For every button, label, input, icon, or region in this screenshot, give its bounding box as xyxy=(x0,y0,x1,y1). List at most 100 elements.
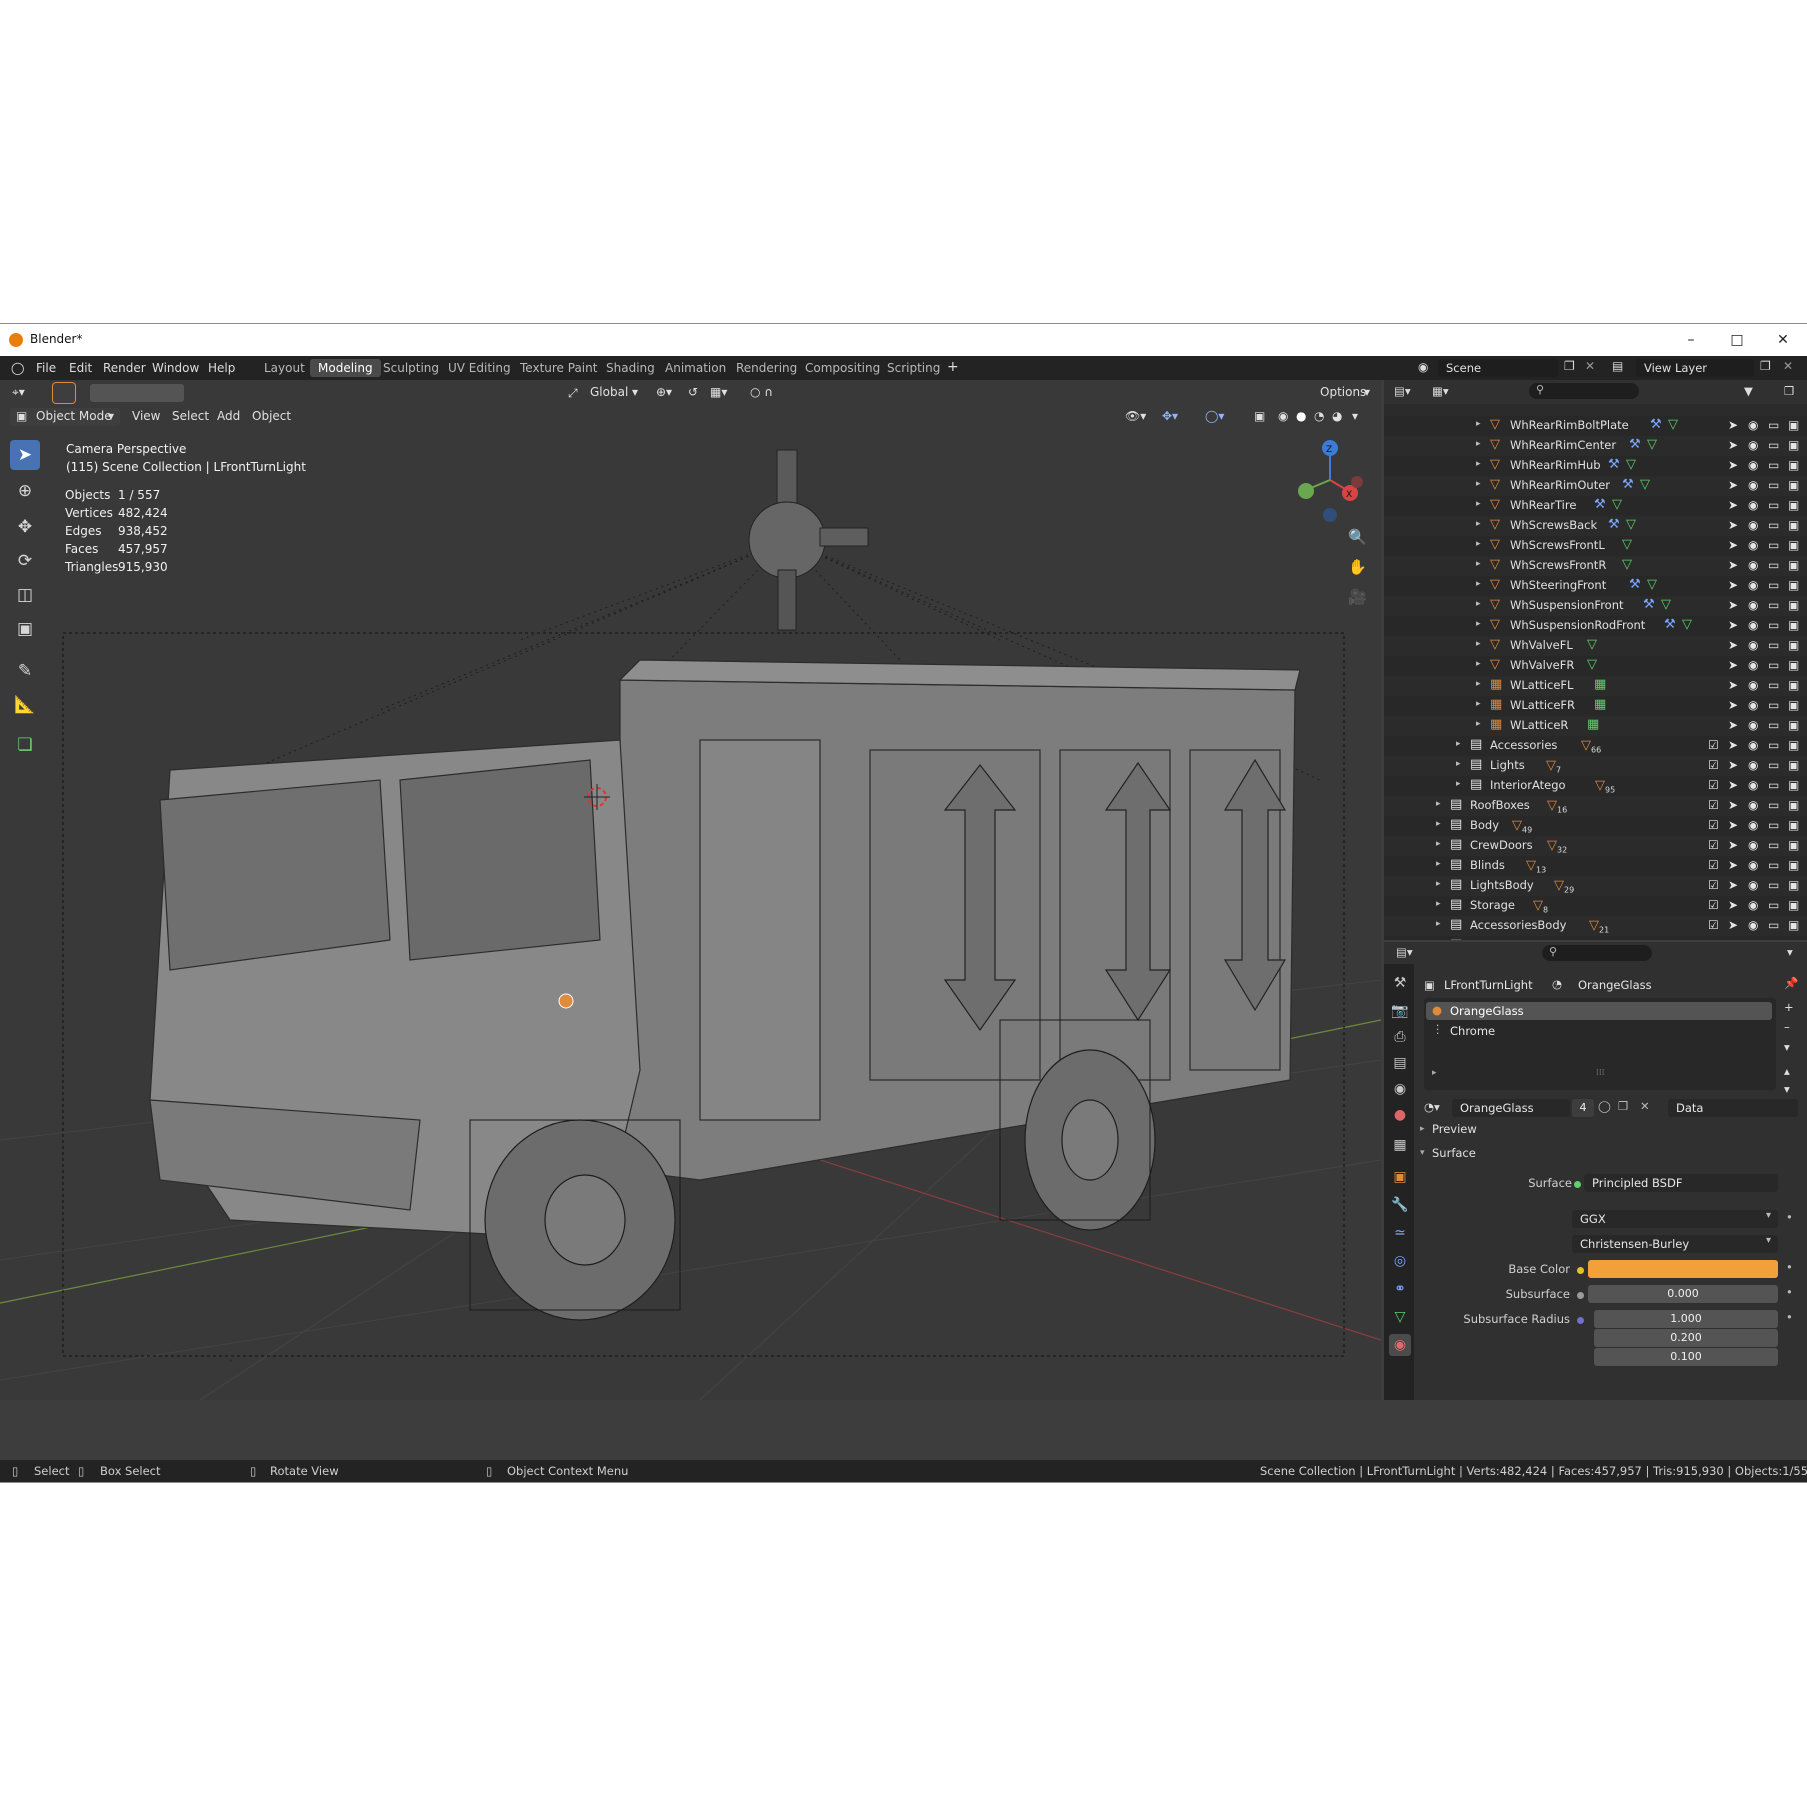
exclude-checkbox[interactable]: ☑ xyxy=(1708,878,1719,892)
eye-icon[interactable]: ◉ xyxy=(1748,758,1758,772)
scale-tool-icon[interactable]: ◫ xyxy=(10,580,40,610)
render-camera-icon[interactable]: ▣ xyxy=(1788,538,1799,552)
outliner-row[interactable]: ▸ ▤ Body ▽49 ☑ ➤ ◉ ▭ ▣ xyxy=(1384,816,1807,836)
outliner-row[interactable]: ▸ ▽ WhScrewsFrontR ▽ ➤ ◉ ▭ ▣ xyxy=(1384,556,1807,576)
object-tab-icon[interactable]: ▣ xyxy=(1389,1166,1411,1188)
select-arrow-icon[interactable]: ➤ xyxy=(1728,778,1738,792)
expand-arrow-icon[interactable]: ▸ xyxy=(1476,419,1481,429)
select-arrow-icon[interactable]: ➤ xyxy=(1728,578,1738,592)
material-browse-icon[interactable]: ◔▾ xyxy=(1424,1100,1440,1114)
material-tab-icon[interactable]: ◉ xyxy=(1389,1334,1411,1356)
move-tool-icon[interactable]: ✥ xyxy=(10,512,40,542)
particles-tab-icon[interactable]: ≃ xyxy=(1389,1222,1411,1244)
eye-icon[interactable]: ◉ xyxy=(1748,558,1758,572)
render-camera-icon[interactable]: ▣ xyxy=(1788,858,1799,872)
menu-render[interactable]: Render xyxy=(103,361,146,375)
outliner-row[interactable]: ▸ ▤ Blinds ▽13 ☑ ➤ ◉ ▭ ▣ xyxy=(1384,856,1807,876)
modifier-icon[interactable]: ⚒ xyxy=(1594,497,1606,512)
select-arrow-icon[interactable]: ➤ xyxy=(1728,638,1738,652)
properties-editor-icon[interactable]: ▤▾ xyxy=(1396,945,1413,959)
select-arrow-icon[interactable]: ➤ xyxy=(1728,898,1738,912)
render-camera-icon[interactable]: ▣ xyxy=(1788,918,1799,932)
modifier-icon[interactable]: ⚒ xyxy=(1608,457,1620,472)
outliner-row[interactable]: ▸ ▤ Accessories ▽66 ☑ ➤ ◉ ▭ ▣ xyxy=(1384,736,1807,756)
expand-arrow-icon[interactable]: ▸ xyxy=(1476,579,1481,589)
select-tool-icon[interactable] xyxy=(52,382,76,404)
outliner-row[interactable]: ▸ ▽ WhValveFL ▽ ➤ ◉ ▭ ▣ xyxy=(1384,636,1807,656)
expand-arrow-icon[interactable]: ▸ xyxy=(1456,739,1461,749)
expand-arrow-icon[interactable]: ▸ xyxy=(1436,919,1441,929)
expand-arrow-icon[interactable]: ▸ xyxy=(1476,559,1481,569)
menu-object[interactable]: Object xyxy=(252,409,291,423)
object-data-icon[interactable]: ▽ xyxy=(1587,637,1597,652)
surface-panel-header[interactable]: Surface xyxy=(1432,1146,1476,1160)
unlink-material-icon[interactable]: ✕ xyxy=(1640,1099,1650,1113)
subsurface-keyframe-icon[interactable]: • xyxy=(1786,1285,1793,1299)
subsurface-radius-y[interactable]: 0.200 xyxy=(1594,1329,1778,1347)
select-arrow-icon[interactable]: ➤ xyxy=(1728,518,1738,532)
select-arrow-icon[interactable]: ➤ xyxy=(1728,938,1738,940)
render-camera-icon[interactable]: ▣ xyxy=(1788,638,1799,652)
material-slot-0[interactable]: OrangeGlass xyxy=(1450,1004,1524,1018)
pin-icon[interactable]: 📌 xyxy=(1784,976,1798,990)
render-camera-icon[interactable]: ▣ xyxy=(1788,618,1799,632)
eye-icon[interactable]: ◉ xyxy=(1748,838,1758,852)
select-arrow-icon[interactable]: ➤ xyxy=(1728,838,1738,852)
expand-arrow-icon[interactable]: ▸ xyxy=(1476,619,1481,629)
viewport-disable-icon[interactable]: ▭ xyxy=(1768,758,1779,772)
scene-field[interactable]: Scene xyxy=(1438,359,1558,377)
viewport-disable-icon[interactable]: ▭ xyxy=(1768,518,1779,532)
modifier-icon[interactable]: ⚒ xyxy=(1650,417,1662,432)
render-camera-icon[interactable]: ▣ xyxy=(1788,558,1799,572)
render-camera-icon[interactable]: ▣ xyxy=(1788,418,1799,432)
render-camera-icon[interactable]: ▣ xyxy=(1788,938,1799,940)
close-button[interactable]: ✕ xyxy=(1760,327,1806,353)
eye-icon[interactable]: ◉ xyxy=(1748,938,1758,940)
exclude-checkbox[interactable]: ☑ xyxy=(1708,938,1719,940)
viewport-disable-icon[interactable]: ▭ xyxy=(1768,858,1779,872)
select-arrow-icon[interactable]: ➤ xyxy=(1728,718,1738,732)
eye-icon[interactable]: ◉ xyxy=(1748,458,1758,472)
wireframe-shading-icon[interactable]: ◉ xyxy=(1278,409,1288,423)
select-arrow-icon[interactable]: ➤ xyxy=(1728,438,1738,452)
expand-arrow-icon[interactable]: ▸ xyxy=(1436,899,1441,909)
collection-tab-icon[interactable]: ▦ xyxy=(1389,1134,1411,1156)
render-camera-icon[interactable]: ▣ xyxy=(1788,598,1799,612)
object-data-icon[interactable]: ▽ xyxy=(1668,417,1678,432)
viewport-disable-icon[interactable]: ▭ xyxy=(1768,598,1779,612)
object-data-icon[interactable]: ▽ xyxy=(1640,477,1650,492)
modifier-icon[interactable]: ⚒ xyxy=(1608,517,1620,532)
material-slot-1[interactable]: Chrome xyxy=(1450,1024,1495,1038)
expand-arrow-icon[interactable]: ▸ xyxy=(1456,759,1461,769)
select-arrow-icon[interactable]: ➤ xyxy=(1728,858,1738,872)
3d-viewport[interactable]: Z X ⌖▾ ⤢ Global ▾ ⊕▾ ↺ ▦▾ ○ ∩ Options ▾ … xyxy=(0,380,1381,1400)
object-data-icon[interactable]: ▽ xyxy=(1682,617,1692,632)
modifier-icon[interactable]: ⚒ xyxy=(1629,577,1641,592)
tab-sculpting[interactable]: Sculpting xyxy=(375,359,447,377)
view-layer-field[interactable]: View Layer xyxy=(1636,359,1754,377)
rotate-tool-icon[interactable]: ⟳ xyxy=(10,546,40,576)
output-tab-icon[interactable]: ⎙ xyxy=(1389,1026,1411,1048)
viewport-disable-icon[interactable]: ▭ xyxy=(1768,578,1779,592)
viewport-disable-icon[interactable]: ▭ xyxy=(1768,498,1779,512)
eye-icon[interactable]: ◉ xyxy=(1748,478,1758,492)
scene-remove-icon[interactable]: ✕ xyxy=(1585,359,1595,373)
modifier-icon[interactable]: ⚒ xyxy=(1629,437,1641,452)
viewport-disable-icon[interactable]: ▭ xyxy=(1768,918,1779,932)
viewport-disable-icon[interactable]: ▭ xyxy=(1768,538,1779,552)
world-tab-icon[interactable]: ● xyxy=(1389,1104,1411,1126)
tab-texture-paint[interactable]: Texture Paint xyxy=(512,359,605,377)
expand-arrow-icon[interactable]: ▸ xyxy=(1476,659,1481,669)
viewport-disable-icon[interactable]: ▭ xyxy=(1768,738,1779,752)
selection-mode-buttons[interactable] xyxy=(90,384,184,402)
expand-arrow-icon[interactable]: ▸ xyxy=(1476,439,1481,449)
duplicate-material-icon[interactable]: ❐ xyxy=(1618,1099,1628,1113)
rendered-shading-icon[interactable]: ◕ xyxy=(1332,409,1342,423)
visibility-icon[interactable]: 👁▾ xyxy=(1125,409,1146,423)
render-camera-icon[interactable]: ▣ xyxy=(1788,878,1799,892)
expand-arrow-icon[interactable]: ▸ xyxy=(1436,799,1441,809)
viewport-disable-icon[interactable]: ▭ xyxy=(1768,438,1779,452)
eye-icon[interactable]: ◉ xyxy=(1748,878,1758,892)
filter-icon[interactable]: ▼ xyxy=(1744,384,1753,398)
object-data-icon[interactable]: ▽ xyxy=(1647,577,1657,592)
